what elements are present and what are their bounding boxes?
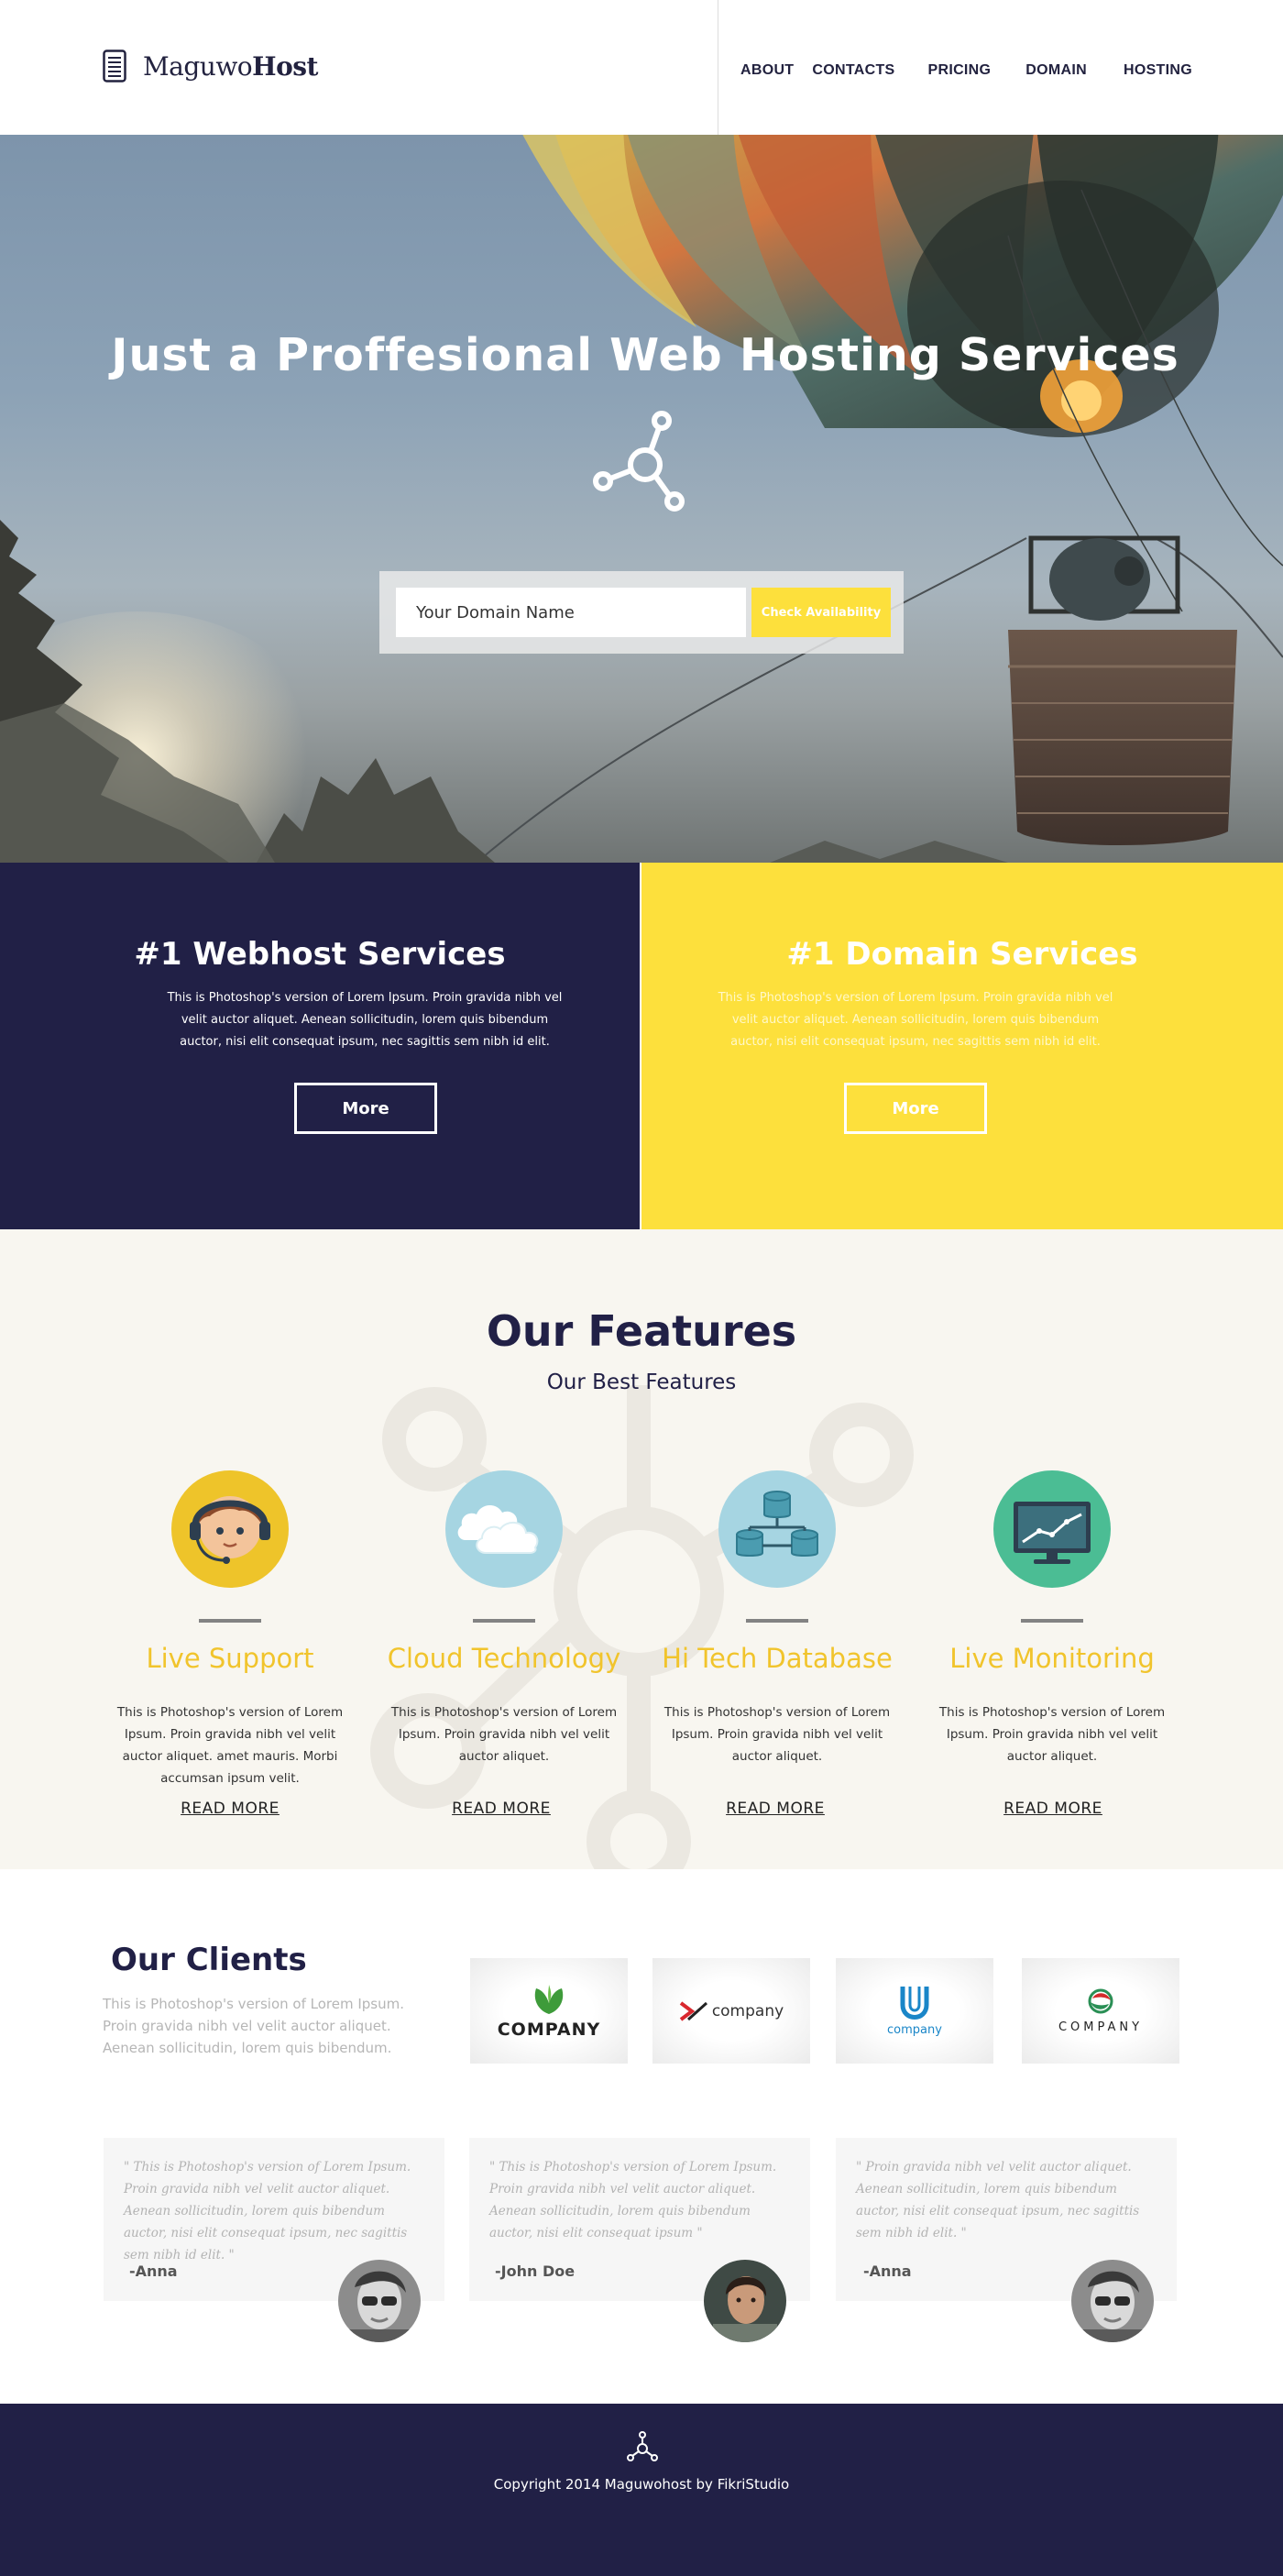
nav-hosting[interactable]: HOSTING	[1124, 62, 1192, 79]
live-support-read-more-link[interactable]: READ MORE	[105, 1800, 355, 1818]
client-logo-label: company	[887, 2023, 942, 2037]
hero-section: Just a Proffesional Web Hosting Services…	[0, 135, 1283, 863]
page: MaguwoHost ABOUT CONTACTS PRICING DOMAIN…	[0, 0, 1283, 2576]
cloud-technology-read-more-link[interactable]: READ MORE	[377, 1800, 626, 1818]
feature-live-monitoring: Live Monitoring This is Photoshop's vers…	[927, 1470, 1177, 1767]
client-logo-1[interactable]: COMPANY	[470, 1958, 628, 2064]
hero-title: Just a Proffesional Web Hosting Services	[111, 329, 1179, 381]
server-icon	[103, 50, 126, 83]
webhost-services-title: #1 Webhost Services	[134, 936, 506, 973]
clients-title: Our Clients	[111, 1942, 307, 1978]
domain-more-button[interactable]: More	[844, 1083, 987, 1134]
domain-services-panel: #1 Domain Services This is Photoshop's v…	[642, 863, 1283, 1229]
support-agent-icon	[171, 1470, 289, 1588]
nav-about[interactable]: ABOUT	[740, 62, 794, 79]
x-logo-icon	[679, 2000, 707, 2021]
testimonial-quote: " This is Photoshop's version of Lorem I…	[489, 2160, 777, 2240]
client-logo-2[interactable]: company	[652, 1958, 810, 2064]
webhost-services-panel: #1 Webhost Services This is Photoshop's …	[0, 863, 640, 1229]
nav-domain[interactable]: DOMAIN	[1025, 62, 1087, 79]
testimonial-quote: " Proin gravida nibh vel velit auctor al…	[856, 2160, 1140, 2240]
cloud-icon	[445, 1470, 563, 1588]
feature-divider	[746, 1619, 808, 1623]
testimonial-author: -Anna	[863, 2262, 912, 2280]
footer-copyright: Copyright 2014 Maguwohost by FikriStudio	[493, 2476, 790, 2493]
u-logo-icon	[900, 1987, 929, 2020]
avatar	[1071, 2260, 1154, 2342]
domain-search-input[interactable]	[396, 588, 746, 637]
client-logo-3[interactable]: company	[836, 1958, 993, 2064]
features-title: Our Features	[486, 1306, 797, 1356]
client-logo-4[interactable]: COMPANY	[1022, 1958, 1179, 2064]
feature-live-support: Live Support This is Photoshop's version…	[105, 1470, 355, 1789]
avatar	[704, 2260, 786, 2342]
feature-name: Live Support	[146, 1643, 314, 1674]
feature-divider	[1021, 1619, 1083, 1623]
check-availability-button[interactable]: Check Availability	[751, 588, 891, 637]
nav-contacts[interactable]: CONTACTS	[812, 62, 894, 79]
feature-cloud-technology: Cloud Technology This is Photoshop's ver…	[379, 1470, 629, 1767]
domain-search-box: Check Availability	[379, 571, 904, 654]
feature-hi-tech-database: Hi Tech Database This is Photoshop's ver…	[652, 1470, 902, 1767]
site-footer: Copyright 2014 Maguwohost by FikriStudio	[0, 2404, 1283, 2576]
share-hub-icon	[593, 411, 685, 512]
database-icon	[718, 1470, 836, 1588]
testimonial-quote: " This is Photoshop's version of Lorem I…	[124, 2160, 411, 2262]
share-hub-icon	[627, 2431, 658, 2461]
avatar	[338, 2260, 421, 2342]
feature-divider	[199, 1619, 261, 1623]
logo-text: MaguwoHost	[143, 51, 318, 82]
logo[interactable]: MaguwoHost	[103, 50, 318, 83]
nav-pricing[interactable]: PRICING	[928, 62, 992, 79]
logo-text-bold: Host	[252, 50, 318, 82]
client-logo-label: COMPANY	[1058, 2020, 1144, 2034]
feature-text: This is Photoshop's version of Lorem Ips…	[390, 1705, 618, 1764]
feature-name: Cloud Technology	[387, 1643, 621, 1674]
features-subtitle: Our Best Features	[546, 1371, 737, 1394]
testimonial-author: -John Doe	[495, 2262, 576, 2280]
testimonial-author: -Anna	[129, 2262, 178, 2280]
monitor-chart-icon	[993, 1470, 1111, 1588]
clients-text: This is Photoshop's version of Lorem Ips…	[103, 1996, 404, 2056]
live-monitoring-read-more-link[interactable]: READ MORE	[928, 1800, 1178, 1818]
leaf-logo-icon	[534, 1984, 564, 2014]
feature-name: Live Monitoring	[949, 1643, 1155, 1674]
feature-text: This is Photoshop's version of Lorem Ips…	[663, 1705, 891, 1764]
logo-text-light: Maguwo	[143, 50, 253, 82]
client-logo-label: COMPANY	[497, 2019, 601, 2040]
feature-name: Hi Tech Database	[662, 1643, 893, 1674]
client-logo-label: company	[711, 2001, 784, 2020]
swirl-logo-icon	[1088, 1988, 1113, 2014]
domain-services-title: #1 Domain Services	[786, 936, 1138, 973]
hi-tech-database-read-more-link[interactable]: READ MORE	[651, 1800, 900, 1818]
main-nav: ABOUT CONTACTS PRICING DOMAIN HOSTING	[740, 62, 1192, 79]
webhost-more-button[interactable]: More	[294, 1083, 437, 1134]
site-header: MaguwoHost ABOUT CONTACTS PRICING DOMAIN…	[0, 0, 1283, 135]
webhost-services-text: This is Photoshop's version of Lorem Ips…	[167, 991, 563, 1049]
features-section: Our Features Our Best Features Live Supp…	[0, 1229, 1283, 1869]
feature-text: This is Photoshop's version of Lorem Ips…	[116, 1705, 344, 1786]
feature-text: This is Photoshop's version of Lorem Ips…	[938, 1705, 1166, 1764]
feature-divider	[473, 1619, 535, 1623]
domain-services-text: This is Photoshop's version of Lorem Ips…	[718, 991, 1113, 1049]
